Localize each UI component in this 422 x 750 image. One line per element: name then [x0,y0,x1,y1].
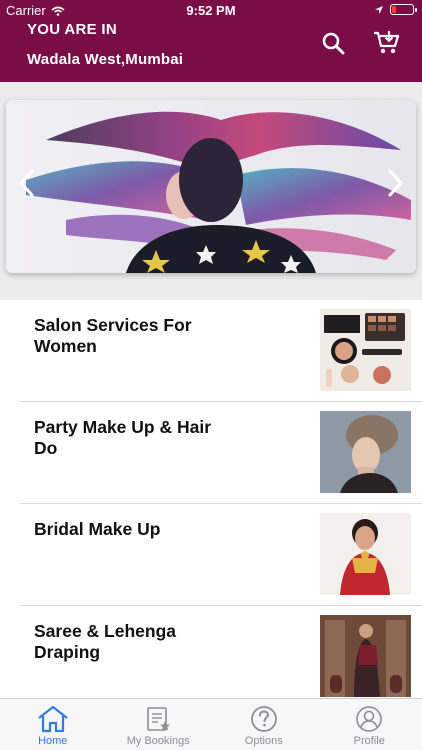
service-list: Salon Services For Women Party Make Up &… [0,300,422,708]
tab-home[interactable]: Home [0,699,106,750]
status-bar: Carrier 9:52 PM [0,0,422,20]
tab-my-bookings[interactable]: My Bookings [106,699,212,750]
list-item[interactable]: Saree & Lehenga Draping [0,606,422,708]
cart-icon [374,31,400,54]
service-title: Bridal Make Up [34,519,161,539]
service-image [320,411,411,493]
tab-bar: Home My Bookings Options Profile [0,698,422,750]
list-item[interactable]: Bridal Make Up [0,504,422,606]
tab-label: Options [244,735,283,747]
service-image [320,309,411,391]
search-icon [322,32,345,55]
service-image [320,513,411,595]
tab-label: Home [38,735,68,747]
list-item[interactable]: Party Make Up & Hair Do [0,402,422,504]
chevron-right-icon [388,169,403,197]
location-value[interactable]: Wadala West,Mumbai [27,51,183,68]
status-right [374,4,417,15]
app: Carrier 9:52 PM YOU ARE IN Wadala West,M… [0,0,422,750]
tab-options[interactable]: Options [211,699,317,750]
service-title: Party Make Up & Hair Do [34,417,212,458]
search-button[interactable] [318,28,348,58]
tab-label: Profile [353,735,385,747]
bookings-icon [147,707,171,731]
tab-label: My Bookings [126,735,190,747]
chevron-left-icon [19,169,34,197]
tab-profile[interactable]: Profile [317,699,422,750]
cart-button[interactable] [372,28,402,58]
header: Carrier 9:52 PM YOU ARE IN Wadala West,M… [0,0,422,82]
service-title: Salon Services For Women [34,315,192,356]
location-label: YOU ARE IN [27,21,117,38]
service-title: Saree & Lehenga Draping [34,621,176,662]
list-item[interactable]: Salon Services For Women [0,300,422,402]
banner-carousel[interactable] [6,100,416,273]
clock: 9:52 PM [186,3,236,18]
help-icon [250,706,277,732]
banner-image [6,100,416,273]
location-arrow-icon [375,5,383,14]
home-icon [38,705,68,733]
banner-area [0,82,422,300]
banner-prev-button[interactable] [12,163,40,203]
service-image [320,615,411,697]
banner-next-button[interactable] [382,163,410,203]
battery-icon [390,4,417,15]
profile-icon [356,706,383,732]
